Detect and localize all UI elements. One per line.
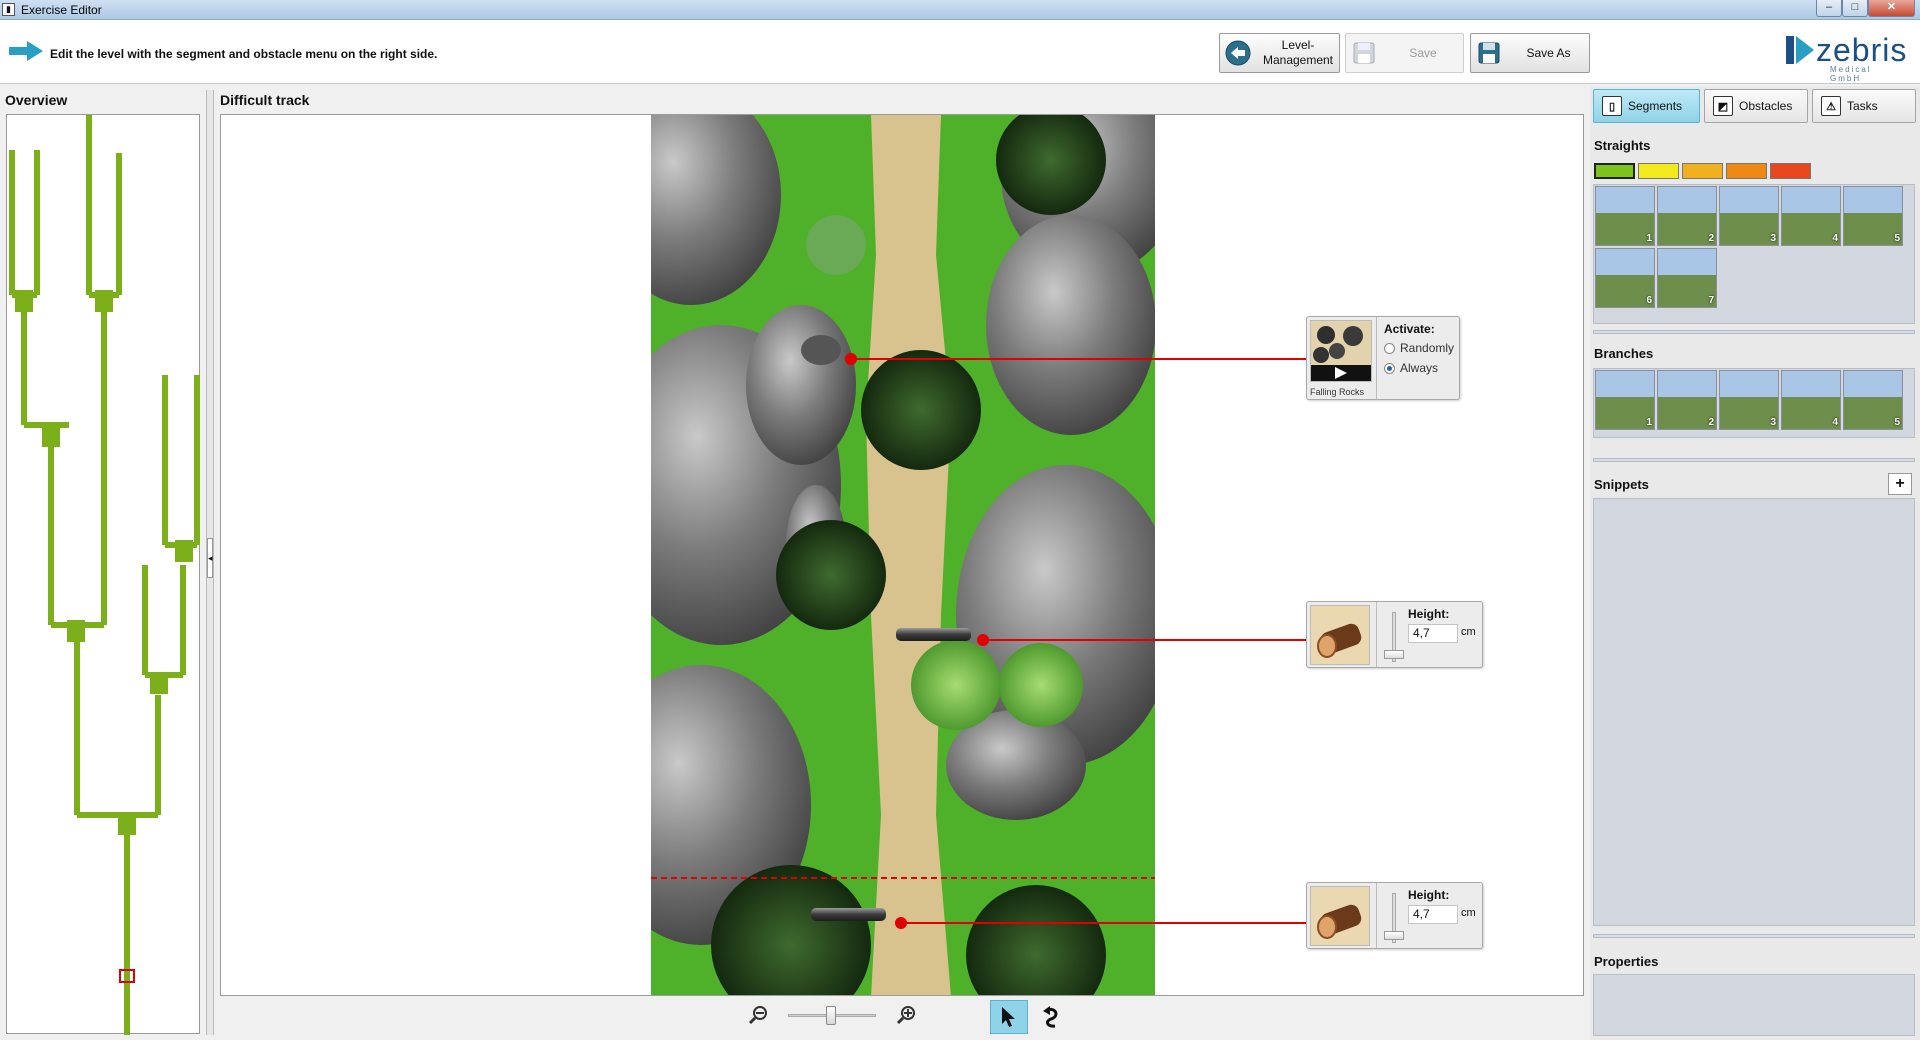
height-unit: cm <box>1461 626 1476 638</box>
log-thumbnail[interactable] <box>1310 605 1370 665</box>
minimize-button[interactable]: – <box>1816 0 1842 17</box>
segment-icon: ▯ <box>1602 96 1622 116</box>
save-button[interactable]: Save <box>1345 33 1464 73</box>
overview-panel[interactable] <box>6 114 200 1035</box>
falling-rocks-thumbnail[interactable] <box>1310 320 1372 382</box>
difficulty-swatch-yellow[interactable] <box>1638 163 1679 179</box>
branch-segment-tile[interactable]: 4 <box>1781 370 1841 430</box>
falling-rocks-card[interactable]: Falling Rocks Activate: Randomly Always <box>1306 316 1460 400</box>
terrain-image <box>651 115 1155 995</box>
straight-segment-tile[interactable]: 7 <box>1657 248 1717 308</box>
height-input[interactable]: 4,7 <box>1408 905 1458 924</box>
back-arrow-icon <box>1225 40 1251 66</box>
branch-segment-tile[interactable]: 5 <box>1843 370 1903 430</box>
rocks-icon <box>1311 326 1371 381</box>
add-snippet-button[interactable]: + <box>1888 473 1912 495</box>
radio-selected-icon <box>1384 362 1395 374</box>
difficulty-swatch-orange[interactable] <box>1726 163 1767 179</box>
activate-label: Activate: <box>1384 322 1435 336</box>
level-tree-diagram <box>9 115 200 1035</box>
level-management-label-1: Level- <box>1281 38 1315 52</box>
height-label: Height: <box>1408 888 1450 902</box>
floppy-icon <box>1353 42 1375 64</box>
select-tool-button[interactable] <box>990 1000 1028 1034</box>
branch-segment-tile[interactable]: 3 <box>1719 370 1779 430</box>
straight-segment-tile[interactable]: 6 <box>1595 248 1655 308</box>
save-as-label: Save As <box>1526 46 1571 60</box>
straights-title: Straights <box>1594 138 1651 153</box>
warning-icon: ⚠ <box>1821 96 1841 116</box>
overview-title: Overview <box>5 92 68 108</box>
log-obstacle-card[interactable]: Height: 4,7 cm <box>1306 601 1483 668</box>
logo-mark-icon <box>1786 36 1814 64</box>
logo-subtitle: Medical GmbH <box>1830 65 1872 83</box>
panel-splitter[interactable]: ◂ <box>206 90 214 1035</box>
difficulty-swatch-green[interactable] <box>1594 163 1635 179</box>
height-slider-thumb[interactable] <box>1384 650 1404 659</box>
log-thumbnail[interactable] <box>1310 886 1370 946</box>
snippets-title: Snippets <box>1594 477 1649 492</box>
maximize-button[interactable]: □ <box>1842 0 1868 17</box>
snippets-area[interactable] <box>1593 498 1915 926</box>
collapse-arrow-icon[interactable]: ◂ <box>207 538 213 578</box>
straight-segment-tile[interactable]: 4 <box>1781 186 1841 246</box>
section-divider <box>1593 330 1915 334</box>
log-icon <box>1317 623 1362 658</box>
tab-tasks[interactable]: ⚠ Tasks <box>1812 89 1916 123</box>
log-icon <box>1317 904 1362 939</box>
cursor-icon <box>1002 1007 1015 1027</box>
arrow-right-icon <box>9 41 43 61</box>
save-label: Save <box>1409 46 1437 60</box>
branch-segment-tile[interactable]: 2 <box>1657 370 1717 430</box>
level-management-button[interactable]: Level- Management <box>1219 33 1340 73</box>
difficulty-swatch-red[interactable] <box>1770 163 1811 179</box>
height-input[interactable]: 4,7 <box>1408 624 1458 643</box>
always-radio[interactable]: Always <box>1384 361 1438 375</box>
height-label: Height: <box>1408 607 1450 621</box>
properties-area <box>1593 974 1915 1036</box>
window-title: Exercise Editor <box>21 3 102 17</box>
level-management-label-2: Management <box>1262 53 1334 67</box>
tab-segments[interactable]: ▯ Segments <box>1593 89 1700 123</box>
section-divider <box>1593 458 1915 462</box>
height-slider-thumb[interactable] <box>1384 931 1404 940</box>
zoom-in-icon[interactable] <box>896 1005 916 1025</box>
redo-icon <box>1043 1006 1058 1028</box>
section-divider <box>1593 934 1915 938</box>
randomly-radio[interactable]: Randomly <box>1384 341 1454 355</box>
instruction-text: Edit the level with the segment and obst… <box>50 47 438 61</box>
branches-title: Branches <box>1594 346 1654 361</box>
obstacle-connectors <box>1155 358 1306 924</box>
log-obstacle-card[interactable]: Height: 4,7 cm <box>1306 882 1483 949</box>
title-bar: ▮ Exercise Editor – □ ✕ <box>0 0 1920 20</box>
tab-obstacles[interactable]: ◩ Obstacles <box>1704 89 1808 123</box>
straight-segment-tile[interactable]: 1 <box>1595 186 1655 246</box>
straight-segment-tile[interactable]: 5 <box>1843 186 1903 246</box>
radio-icon <box>1384 342 1395 354</box>
save-as-button[interactable]: Save As <box>1470 33 1590 73</box>
floppy-icon <box>1478 42 1500 64</box>
straight-segment-tile[interactable]: 3 <box>1719 186 1779 246</box>
zoom-out-icon[interactable] <box>748 1005 768 1025</box>
zoom-slider-thumb[interactable] <box>826 1006 836 1025</box>
properties-title: Properties <box>1594 954 1659 969</box>
track-title: Difficult track <box>220 92 310 108</box>
obstacles-icon: ◩ <box>1713 96 1733 116</box>
branch-segment-tile[interactable]: 1 <box>1595 370 1655 430</box>
track-map[interactable] <box>651 115 1155 995</box>
app-icon: ▮ <box>2 3 15 16</box>
straight-segment-tile[interactable]: 2 <box>1657 186 1717 246</box>
zebris-logo: zebris Medical GmbH <box>1786 32 1906 83</box>
obstacle-type-label: Falling Rocks <box>1310 387 1365 397</box>
logo-word: zebris <box>1816 32 1908 68</box>
close-button[interactable]: ✕ <box>1868 0 1915 17</box>
track-canvas[interactable]: Falling Rocks Activate: Randomly Always … <box>220 114 1584 996</box>
difficulty-swatch-amber[interactable] <box>1682 163 1723 179</box>
toolbar: Edit the level with the segment and obst… <box>0 20 1920 84</box>
height-unit: cm <box>1461 907 1476 919</box>
redo-tool-button[interactable] <box>1033 1000 1071 1034</box>
